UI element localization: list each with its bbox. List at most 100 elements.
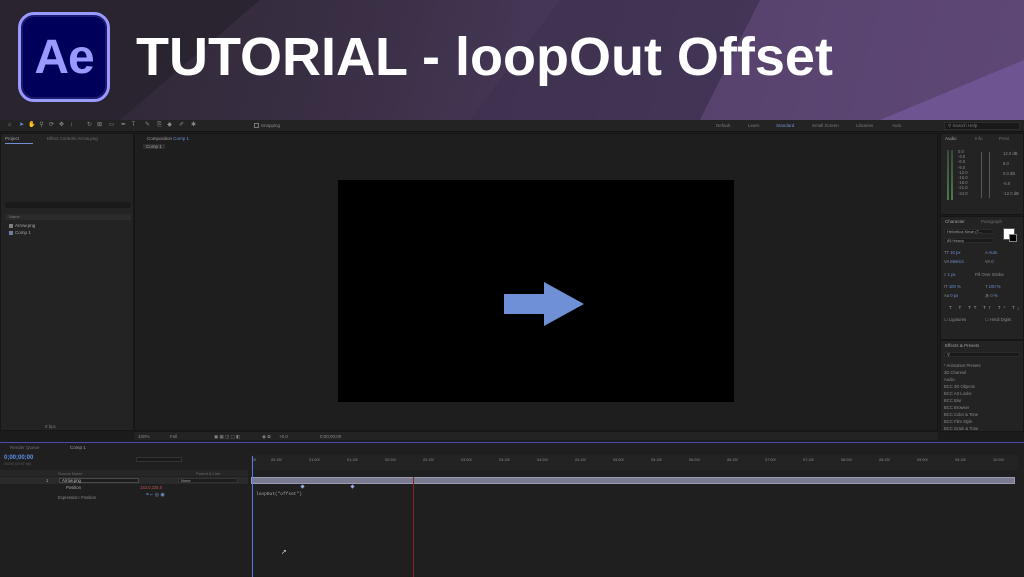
- selection-tool-icon[interactable]: ➤: [18, 122, 25, 129]
- effect-category[interactable]: BCC Grain & Tone: [944, 426, 978, 431]
- stroke-type-select[interactable]: Fill Over Stroke: [975, 272, 1004, 277]
- project-item-comp[interactable]: Comp 1: [9, 230, 31, 235]
- timeline-timecode[interactable]: 0;00;00;00: [4, 455, 33, 461]
- tracking-value[interactable]: 0: [991, 259, 993, 264]
- workspace-libraries[interactable]: Libraries: [856, 123, 873, 128]
- roto-brush-tool-icon[interactable]: ✐: [178, 122, 185, 129]
- font-style-select[interactable]: 85 Heavy: [944, 238, 994, 243]
- hand-tool-icon[interactable]: ✋: [28, 122, 35, 129]
- clone-stamp-tool-icon[interactable]: ⎘: [156, 122, 163, 129]
- expression-controls-icon[interactable]: = ⌐ ◎ ◉: [146, 492, 165, 498]
- effect-category[interactable]: * Animation Presets: [944, 363, 981, 368]
- project-search-input[interactable]: [5, 202, 131, 208]
- kerning-value[interactable]: Metrics: [950, 259, 964, 264]
- stroke-width-value[interactable]: 1 px: [948, 272, 956, 277]
- tab-paragraph[interactable]: Paragraph: [981, 219, 1002, 224]
- leading-field: A Auto: [985, 250, 998, 255]
- tab-effects-presets[interactable]: Effects & Presets: [945, 343, 979, 348]
- font-family-select[interactable]: Helvetica Neue (T...: [944, 229, 994, 234]
- property-name[interactable]: Position: [66, 485, 81, 490]
- search-help-input[interactable]: ⚲ Search Help: [944, 122, 1020, 130]
- time-ruler[interactable]: 0f 00:15f 01:00f 01:15f 02:00f 02:15f 03…: [251, 455, 1018, 470]
- horizontal-scale-value[interactable]: 100 %: [989, 284, 1001, 289]
- tab-project[interactable]: Project: [5, 136, 19, 141]
- position-keyframe[interactable]: [300, 484, 305, 489]
- horizontal-scale-field: T 100 %: [985, 284, 1001, 289]
- pen-tool-icon[interactable]: ✒: [120, 122, 127, 129]
- magnification-select[interactable]: 100%: [138, 434, 150, 439]
- current-time-display[interactable]: 0;00;00;00: [320, 434, 341, 439]
- snapping-checkbox[interactable]: [254, 123, 259, 129]
- zoom-tool-icon[interactable]: ⚲: [38, 122, 45, 129]
- effect-category[interactable]: BCC Browser: [944, 405, 969, 410]
- active-tab-underline: [5, 143, 33, 144]
- audio-slider-right[interactable]: [989, 152, 990, 198]
- expression-label: Expression: Position: [58, 495, 96, 500]
- work-area-end-marker[interactable]: [413, 477, 414, 577]
- tab-comp-1[interactable]: Comp 1: [70, 445, 86, 450]
- resolution-select[interactable]: Full: [170, 434, 177, 439]
- workspace-standard[interactable]: Standard: [776, 123, 794, 128]
- mouse-cursor-icon: ➚: [281, 549, 287, 556]
- timeline-search-input[interactable]: [136, 457, 182, 462]
- faux-styles-buttons[interactable]: T T TT Tт T¹ T₁: [949, 305, 1022, 310]
- brush-tool-icon[interactable]: ✎: [144, 122, 151, 129]
- tab-info[interactable]: Info: [975, 136, 983, 141]
- region-of-interest-icon[interactable]: ▣ ▦ ◫ ▢ ◧: [214, 434, 240, 440]
- tab-effect-controls[interactable]: Effect Controls Arrow.png: [47, 136, 98, 141]
- stroke-color-swatch[interactable]: [1009, 234, 1017, 242]
- tab-preview[interactable]: Previ: [999, 136, 1009, 141]
- db-label: -21.0: [958, 185, 968, 191]
- dolly-tool-icon[interactable]: ↕: [68, 122, 75, 129]
- baseline-shift-value[interactable]: 0 px: [950, 293, 958, 298]
- effect-category[interactable]: BCC 3D Objects: [944, 384, 975, 389]
- tab-composition[interactable]: Composition Comp 1: [147, 136, 189, 141]
- effect-category[interactable]: BCC Film Style: [944, 419, 972, 424]
- effect-category[interactable]: BCC Art Looks: [944, 391, 971, 396]
- hindi-digits-checkbox[interactable]: ☐ Hindi Digits: [985, 317, 1011, 322]
- tick-label: 07:15f: [803, 458, 814, 462]
- rotate-tool-icon[interactable]: ↻: [86, 122, 93, 129]
- snapping-toggle[interactable]: Snapping: [254, 123, 280, 129]
- bpc-indicator[interactable]: 8 bpc: [45, 424, 56, 429]
- workspace-small-screen[interactable]: Small Screen: [812, 123, 839, 128]
- pan-tool-icon[interactable]: ✥: [58, 122, 65, 129]
- rectangle-tool-icon[interactable]: ▭: [108, 122, 115, 129]
- workspace-auto[interactable]: Auto: [892, 123, 901, 128]
- pan-behind-tool-icon[interactable]: ⊠: [96, 122, 103, 129]
- tab-audio[interactable]: Audio: [945, 136, 957, 141]
- tab-character[interactable]: Character: [945, 219, 965, 224]
- effect-category[interactable]: 3D Channel: [944, 370, 966, 375]
- vertical-scale-value[interactable]: 100 %: [949, 284, 961, 289]
- font-size-value[interactable]: 10 px: [950, 250, 960, 255]
- effect-category[interactable]: Audio: [944, 377, 955, 382]
- workspace-learn[interactable]: Learn: [748, 123, 760, 128]
- effect-category[interactable]: BCC Blur: [944, 398, 961, 403]
- type-tool-icon[interactable]: T: [130, 122, 137, 129]
- workspace-default[interactable]: Default: [716, 123, 730, 128]
- effect-category[interactable]: BCC Color & Tone: [944, 412, 978, 417]
- expression-text[interactable]: loopOut("offset"): [256, 492, 302, 497]
- tsume-value[interactable]: 0 %: [990, 293, 997, 298]
- camera-icon[interactable]: ◉ ✿: [262, 434, 271, 440]
- effects-search-input[interactable]: ⚲: [944, 352, 1020, 357]
- orbit-tool-icon[interactable]: ⟳: [48, 122, 55, 129]
- arrow-layer-graphic[interactable]: [504, 282, 584, 326]
- layer-duration-bar[interactable]: [251, 477, 1015, 484]
- eraser-tool-icon[interactable]: ◆: [166, 122, 173, 129]
- puppet-tool-icon[interactable]: ✱: [190, 122, 197, 129]
- position-keyframe[interactable]: [350, 484, 355, 489]
- layer-name-field[interactable]: Arrow.png: [59, 478, 139, 483]
- tick-label: 04:00f: [537, 458, 548, 462]
- exposure-value[interactable]: +0.0: [279, 434, 288, 439]
- leading-value[interactable]: Auto: [989, 250, 998, 255]
- comp-sub-tab[interactable]: Comp 1: [143, 144, 165, 149]
- project-item-arrow[interactable]: Arrow.png: [9, 223, 35, 228]
- audio-slider-left[interactable]: [981, 152, 982, 198]
- tab-render-queue[interactable]: Render Queue: [10, 445, 40, 450]
- home-icon[interactable]: ⌂: [6, 122, 13, 129]
- current-time-indicator[interactable]: [252, 456, 253, 577]
- property-value[interactable]: 153.0,335.0: [140, 485, 162, 490]
- ligatures-checkbox[interactable]: ☐ Ligatures: [944, 317, 966, 322]
- parent-select[interactable]: None: [178, 478, 238, 483]
